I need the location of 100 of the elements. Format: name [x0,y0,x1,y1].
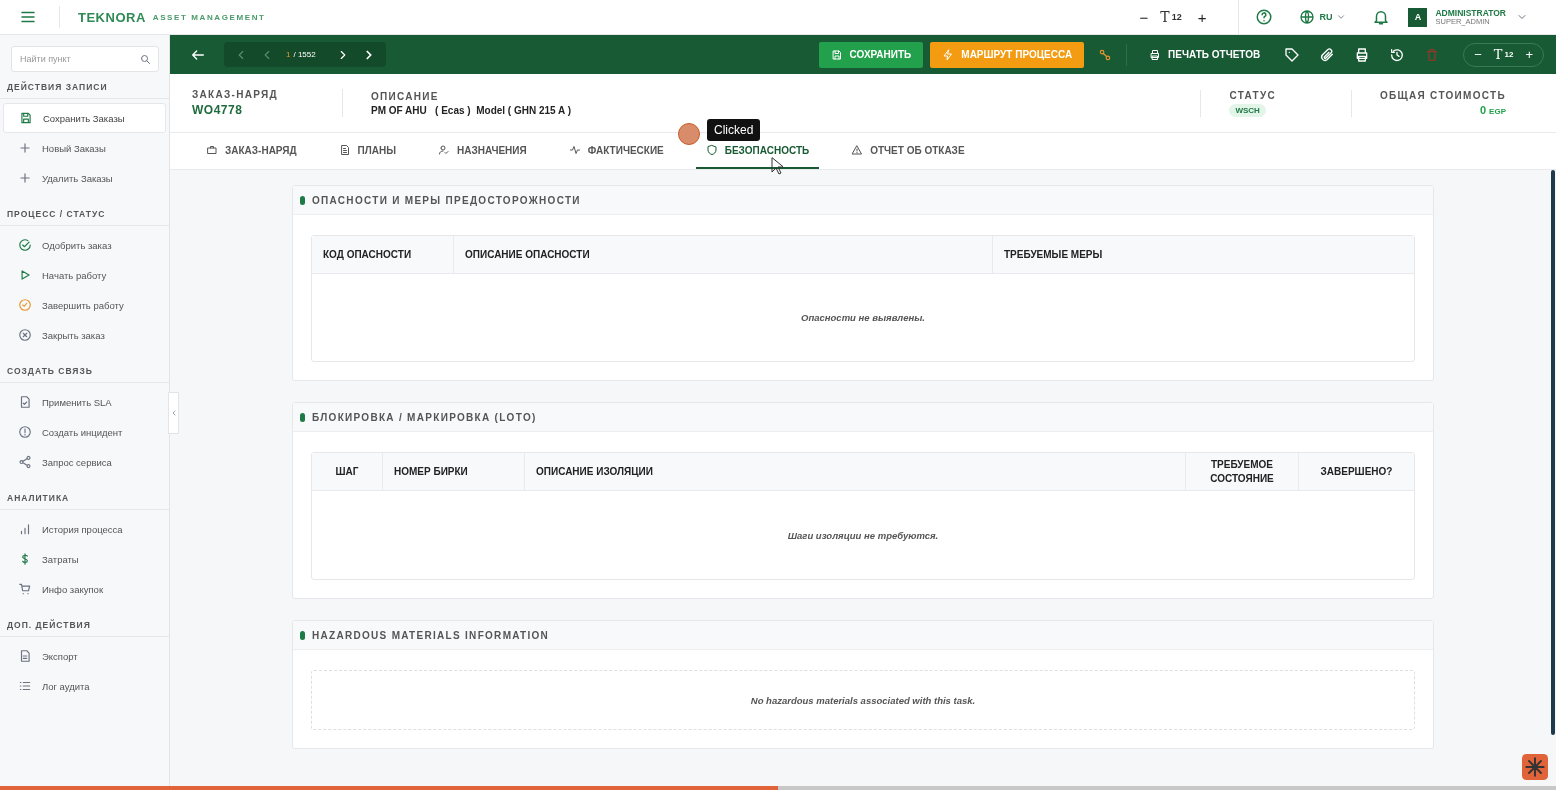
section-heading: ДОП. ДЕЙСТВИЯ [0,620,169,637]
font-size-value: 12 [1171,12,1182,22]
sidebar-item[interactable]: История процесса [3,514,166,544]
section-marker-icon [300,412,305,422]
print-reports-button[interactable]: ПЕЧАТЬ ОТЧЕТОВ [1141,41,1269,68]
section-marker-icon [300,195,305,205]
sidebar-item[interactable]: Удалить Заказы [3,163,166,193]
pulse-icon [568,144,581,156]
shield-icon [705,144,718,156]
section-heading: ДЕЙСТВИЯ ЗАПИСИ [0,82,169,99]
notification-bell-icon[interactable] [1372,8,1391,26]
decrease-font-button[interactable]: − [1133,8,1155,26]
sidebar-item[interactable]: Применить SLA [3,387,166,417]
sidebar-item[interactable]: Начать работу [3,260,166,290]
document-icon [18,649,32,663]
column-header: ШАГ [312,453,383,490]
sidebar-item[interactable]: Закрыть заказ [3,320,166,350]
link-icon[interactable] [1098,47,1113,62]
cursor-icon [771,157,783,175]
globe-icon[interactable] [1299,9,1316,25]
column-header: ТРЕБУЕМЫЕ МЕРЫ [1003,247,1104,262]
empty-message: No hazardous materials associated with this task. [750,694,976,706]
column-header: НОМЕР БИРКИ [383,453,525,490]
column-header: ЗАВЕРШЕНО? [1319,464,1394,479]
save-icon [830,48,843,61]
sidebar-item[interactable]: Одобрить заказ [3,230,166,260]
tab[interactable]: ОТЧЕТ ОБ ОТКАЗЕ [841,133,975,169]
help-icon[interactable] [1255,8,1274,26]
sidebar-item[interactable]: Сохранить Заказы [3,103,166,133]
section-heading: ПРОЦЕСС / СТАТУС [0,209,169,226]
save-icon [19,111,33,125]
field-label: СТАТУС [1229,89,1276,101]
page-total: / 1552 [293,50,316,59]
history-icon[interactable] [1389,46,1406,63]
user-check-icon [438,144,451,156]
list-icon [18,679,32,693]
document-check-icon [18,395,32,409]
scrollbar[interactable] [1551,170,1555,735]
briefcase-icon [206,144,218,156]
column-header: КОД ОПАСНОСТИ [312,236,454,273]
font-size-value: 12 [1504,50,1514,59]
lightning-icon [942,48,955,61]
play-icon [18,268,32,282]
plus-icon [18,141,32,155]
warning-icon [851,144,864,156]
sidebar-item[interactable]: Затраты [3,544,166,574]
brand-logo: TEKNORA [78,9,146,25]
status-badge: WSCH [1229,103,1266,117]
tab[interactable]: НАЗНАЧЕНИЯ [428,133,537,169]
document-icon [338,144,351,156]
font-size-icon: T [1160,9,1170,25]
currency: EGP [1489,107,1506,116]
column-header: ОПИСАНИЕ ИЗОЛЯЦИИ [525,453,1186,490]
section-heading: АНАЛИТИКА [0,493,169,510]
empty-message: Шаги изоляции не требуются. [787,529,939,541]
brand-subtitle: ASSET MANAGEMENT [152,12,266,22]
field-value: PM OF AHU ( Ecas ) Model ( GHN 215 A ) [371,104,572,116]
alert-icon [18,425,32,439]
increase-font-button[interactable]: + [1525,47,1533,62]
sidebar-item[interactable]: Инфо закупок [3,574,166,604]
section-title: ОПАСНОСТИ И МЕРЫ ПРЕДОСТОРОЖНОСТИ [312,194,581,206]
field-label: ОПИСАНИЕ [371,90,440,102]
user-avatar[interactable]: A [1408,7,1428,27]
sidebar-item[interactable]: Создать инцидент [3,417,166,447]
font-size-icon: T [1493,47,1503,62]
decrease-font-button[interactable]: − [1474,47,1482,62]
search-field[interactable]: Найти пункт [11,46,159,72]
cost-value: 0 [1479,104,1487,116]
sidebar-item[interactable]: Завершить работу [3,290,166,320]
share-icon [18,455,32,469]
cart-icon [18,582,32,596]
bar-chart-icon [18,522,32,536]
sidebar-item[interactable]: Новый Заказы [3,133,166,163]
tag-icon[interactable] [1284,46,1301,63]
section-heading: СОЗДАТЬ СВЯЗЬ [0,366,169,383]
increase-font-button[interactable]: + [1191,8,1213,26]
current-page: 1 [286,50,291,59]
paperclip-icon[interactable] [1319,46,1336,63]
field-label: ЗАКАЗ-НАРЯД [192,89,279,100]
column-header: ТРЕБУЕМОЕ СОСТОЯНИЕ [1186,453,1299,490]
empty-message: Опасности не выявлены. [801,312,925,323]
tooltip: Clicked [707,119,761,141]
language-selector[interactable]: RU [1319,12,1333,22]
section-title: HAZARDOUS MATERIALS INFORMATION [312,629,550,641]
field-value: WO4778 [192,103,244,117]
tab[interactable]: ФАКТИЧЕСКИЕ [558,133,674,169]
sidebar-item[interactable]: Лог аудита [3,671,166,701]
field-label: ОБЩАЯ СТОИМОСТЬ [1379,90,1506,101]
section-title: БЛОКИРОВКА / МАРКИРОВКА (LOTO) [312,411,537,423]
plus-icon [18,171,32,185]
tab[interactable]: ПЛАНЫ [328,133,407,169]
section-marker-icon [300,630,305,640]
search-icon[interactable] [139,53,151,65]
user-name: ADMINISTRATOR [1435,9,1506,18]
column-header: ОПИСАНИЕ ОПАСНОСТИ [454,236,993,273]
spark-icon[interactable] [1522,754,1548,780]
tab[interactable]: ЗАКАЗ-НАРЯД [196,133,307,169]
sidebar-item[interactable]: Экспорт [3,641,166,671]
printer-icon [1149,48,1162,61]
sidebar-item[interactable]: Запрос сервиса [3,447,166,477]
